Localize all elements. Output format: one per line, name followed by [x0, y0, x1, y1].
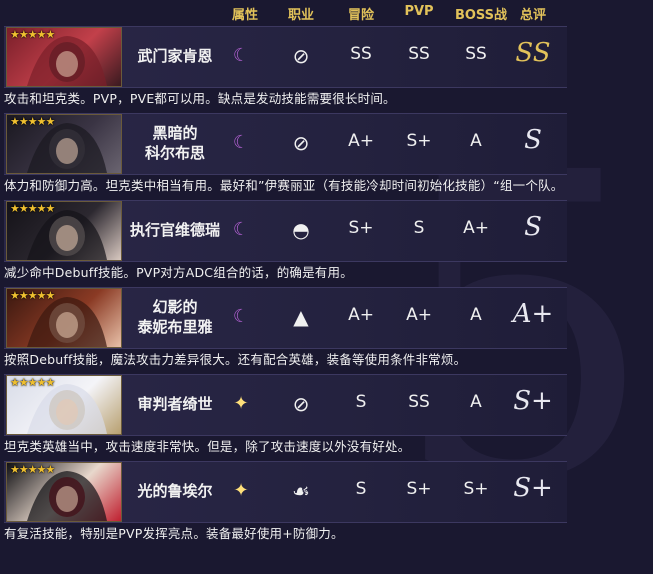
sparkle-icon: ✦: [233, 480, 249, 501]
sparkle-icon: ✦: [233, 393, 249, 414]
star-rating: ★★★★★: [10, 202, 55, 215]
crossed-sword-icon: ⊘: [292, 44, 310, 68]
moon-icon: ☾: [232, 306, 250, 327]
hero-name: 光的鲁埃尔: [137, 482, 213, 500]
adventure-rating: S+: [348, 218, 374, 238]
hood-icon: ◓: [292, 218, 310, 242]
adventure-rating: A+: [348, 305, 374, 325]
crossed-sword-icon: ⊘: [292, 392, 310, 416]
hero-row: ★★★★★ 武门家肯恩 ☾ ⊘ SS SS SS SS 攻击和坦克类。PVP，P…: [0, 26, 653, 110]
hero-row: ★★★★★ 幻影的 泰妮布里雅 ☾ ▲ A+ A+ A A+ 按照Debuff技…: [0, 287, 653, 371]
pvp-rating: SS: [408, 392, 430, 412]
hero-description: 攻击和坦克类。PVP，PVE都可以用。缺点是发动技能需要很长时间。: [4, 91, 396, 106]
crossed-sword-icon: ⊘: [292, 131, 310, 155]
boss-rating: S+: [463, 479, 489, 499]
wizard-hat-icon: ▲: [293, 305, 309, 329]
hero-row: ★★★★★ 审判者绮世 ✦ ⊘ S SS A S+ 坦克类英雄当中，攻击速度非常…: [0, 374, 653, 458]
hero-description: 减少命中Debuff技能。PVP对方ADC组合的话，的确是有用。: [4, 265, 353, 280]
header-pvp: PVP: [404, 4, 434, 19]
boss-rating: A: [470, 392, 482, 412]
header-attribute: 属性: [231, 8, 258, 23]
adventure-rating: SS: [350, 44, 372, 64]
pvp-rating: A+: [406, 305, 432, 325]
header-class: 职业: [287, 8, 314, 23]
moon-icon: ☾: [232, 219, 250, 240]
boss-rating: SS: [465, 44, 487, 64]
hero-portrait: ★★★★★: [6, 375, 122, 435]
overall-rating: S: [524, 212, 542, 242]
adventure-rating: A+: [348, 131, 374, 151]
hero-name: 幻影的 泰妮布里雅: [137, 298, 213, 336]
star-rating: ★★★★★: [10, 376, 55, 389]
hero-name: 武门家肯恩: [137, 47, 213, 65]
hero-description: 坦克类英雄当中，攻击速度非常快。但是，除了攻击速度以外没有好处。: [4, 439, 411, 454]
boss-rating: A: [470, 131, 482, 151]
star-rating: ★★★★★: [10, 115, 55, 128]
overall-rating: S+: [513, 386, 553, 416]
overall-rating: SS: [515, 38, 551, 68]
hero-name: 执行官维德瑞: [129, 221, 220, 239]
hero-portrait: ★★★★★: [6, 462, 122, 522]
heal-hand-icon: ☙: [292, 479, 310, 503]
overall-rating: A+: [512, 299, 554, 329]
moon-icon: ☾: [232, 132, 250, 153]
star-rating: ★★★★★: [10, 289, 55, 302]
hero-portrait: ★★★★★: [6, 27, 122, 87]
hero-description: 有复活技能，特别是PVP发挥亮点。装备最好使用+防御力。: [4, 526, 344, 541]
hero-portrait: ★★★★★: [6, 114, 122, 174]
hero-name: 审判者绮世: [137, 395, 213, 413]
hero-row: ★★★★★ 光的鲁埃尔 ✦ ☙ S S+ S+ S+ 有复活技能，特别是PVP发…: [0, 461, 653, 545]
header-adventure: 冒险: [347, 8, 374, 23]
hero-row: ★★★★★ 黑暗的 科尔布思 ☾ ⊘ A+ S+ A S 体力和防御力高。坦克类…: [0, 113, 653, 197]
hero-description: 按照Debuff技能，魔法攻击力差异很大。还有配合英雄，装备等使用条件非常烦。: [4, 352, 467, 367]
adventure-rating: S: [355, 479, 367, 499]
boss-rating: A+: [463, 218, 489, 238]
hero-portrait: ★★★★★: [6, 201, 122, 261]
overall-rating: S: [524, 125, 542, 155]
pvp-rating: S+: [406, 479, 432, 499]
header-overall: 总评: [519, 8, 546, 23]
moon-icon: ☾: [232, 45, 250, 66]
overall-rating: S+: [513, 473, 553, 503]
hero-portrait: ★★★★★: [6, 288, 122, 348]
hero-row: ★★★★★ 执行官维德瑞 ☾ ◓ S+ S A+ S 减少命中Debuff技能。…: [0, 200, 653, 284]
pvp-rating: S+: [406, 131, 432, 151]
hero-description: 体力和防御力高。坦克类中相当有用。最好和”伊赛丽亚（有技能冷却时间初始化技能）“…: [4, 178, 564, 193]
hero-name: 黑暗的 科尔布思: [144, 124, 205, 162]
table-header: 属性 职业 冒险 PVP BOSS战 总评: [0, 0, 653, 26]
boss-rating: A: [470, 305, 482, 325]
pvp-rating: SS: [408, 44, 430, 64]
star-rating: ★★★★★: [10, 463, 55, 476]
adventure-rating: S: [355, 392, 367, 412]
pvp-rating: S: [413, 218, 425, 238]
star-rating: ★★★★★: [10, 28, 55, 41]
